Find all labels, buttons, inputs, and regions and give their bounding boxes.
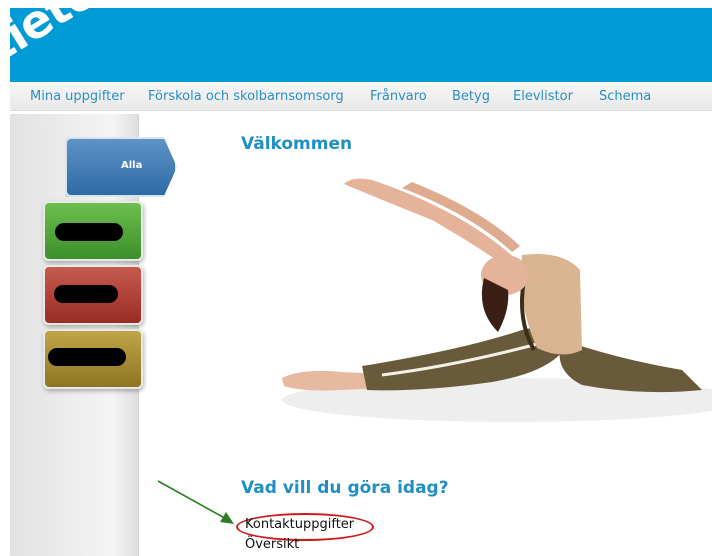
link-kontaktuppgifter[interactable]: Kontaktuppgifter bbox=[245, 517, 354, 532]
yoga-photo bbox=[282, 178, 712, 422]
nav-mina-uppgifter[interactable]: Mina uppgifter bbox=[30, 89, 125, 104]
redacted-label bbox=[55, 223, 123, 241]
redacted-label bbox=[48, 348, 126, 366]
annotation-arrow bbox=[157, 480, 234, 524]
nav-betyg[interactable]: Betyg bbox=[452, 89, 490, 104]
redacted-label bbox=[54, 285, 118, 303]
page-title: Välkommen bbox=[241, 134, 353, 154]
header-banner bbox=[0, 0, 712, 82]
nav-schema[interactable]: Schema bbox=[599, 89, 651, 104]
main-navigation: Mina uppgifter Förskola och skolbarnsoms… bbox=[10, 84, 712, 111]
nav-forskola[interactable]: Förskola och skolbarnsomsorg bbox=[148, 89, 344, 104]
link-oversikt[interactable]: Översikt bbox=[245, 537, 299, 552]
filter-alla-label: Alla bbox=[121, 160, 143, 171]
nav-elevlistor[interactable]: Elevlistor bbox=[513, 89, 573, 104]
nav-franvaro[interactable]: Frånvaro bbox=[370, 89, 427, 104]
section-heading: Vad vill du göra idag? bbox=[241, 478, 449, 498]
header-top-strip bbox=[0, 0, 712, 8]
